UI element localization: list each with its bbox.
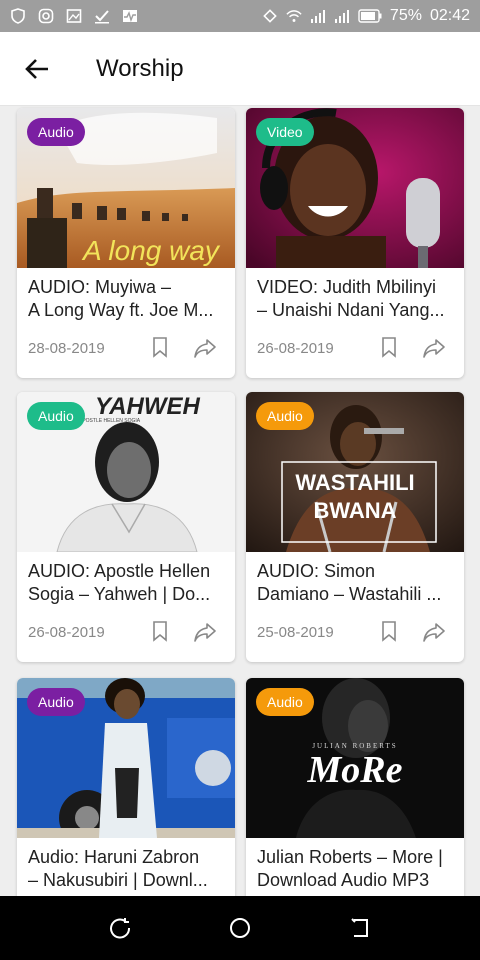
recents-button[interactable] (100, 908, 140, 948)
share-icon[interactable] (193, 337, 217, 359)
post-card[interactable]: Audio Audio: Haruni Zabron – Nakusubiri … (17, 678, 235, 896)
media-type-badge: Audio (256, 688, 314, 716)
post-thumbnail[interactable]: A long way Audio (17, 108, 235, 268)
home-icon (230, 918, 250, 938)
shield-icon (11, 8, 25, 24)
post-title-line: AUDIO: Simon (257, 561, 376, 581)
activity-icon (123, 10, 137, 23)
share-icon[interactable] (422, 337, 446, 359)
system-nav-bar (0, 896, 480, 960)
media-type-badge: Audio (256, 402, 314, 430)
post-thumbnail[interactable]: JULIAN ROBERTS MoRe Audio (246, 678, 464, 838)
home-button[interactable] (220, 908, 260, 948)
post-title[interactable]: VIDEO: Judith Mbilinyi – Unaishi Ndani Y… (257, 276, 457, 322)
post-card[interactable]: WASTAHILI BWANA Audio AUDIO: Simon Damia… (246, 392, 464, 662)
post-thumbnail[interactable]: WASTAHILI BWANA Audio (246, 392, 464, 552)
check-icon (95, 10, 109, 24)
media-type-badge: Audio (27, 402, 85, 430)
post-title-line: – Nakusubiri | Downl... (28, 870, 208, 890)
post-thumbnail[interactable]: YAHWEH APOSTLE HELLEN SOGIA Audio (17, 392, 235, 552)
post-title[interactable]: Julian Roberts – More | Download Audio M… (257, 846, 457, 892)
post-date: 26-08-2019 (257, 340, 334, 357)
post-title-line: AUDIO: Muyiwa – (28, 277, 172, 297)
thumbnail-title-text: YAHWEH (95, 393, 201, 420)
post-title[interactable]: AUDIO: Muyiwa – A Long Way ft. Joe M... (28, 276, 228, 322)
post-card[interactable]: Video VIDEO: Judith Mbilinyi – Unaishi N… (246, 108, 464, 378)
thumbnail-title-text: WASTAHILI (295, 470, 414, 495)
post-grid: A long way Audio AUDIO: Muyiwa – A Long … (0, 106, 480, 896)
page-title: Worship (96, 54, 184, 82)
back-nav-button[interactable] (340, 908, 380, 948)
bookmark-icon[interactable] (149, 336, 171, 358)
post-title[interactable]: AUDIO: Simon Damiano – Wastahili ... (257, 560, 457, 606)
media-type-badge: Audio (27, 688, 85, 716)
post-title[interactable]: Audio: Haruni Zabron – Nakusubiri | Down… (28, 846, 228, 892)
thumbnail-title-text: A long way (81, 235, 221, 266)
wifi-icon (286, 10, 302, 22)
post-thumbnail[interactable]: Video (246, 108, 464, 268)
back-button[interactable] (0, 32, 74, 106)
instagram-icon (38, 8, 54, 24)
bookmark-icon[interactable] (378, 620, 400, 642)
back-icon (351, 918, 368, 937)
post-title-line: Damiano – Wastahili ... (257, 584, 442, 604)
share-icon[interactable] (422, 621, 446, 643)
bookmark-icon[interactable] (378, 336, 400, 358)
app-bar: Worship (0, 32, 480, 106)
battery-icon (358, 9, 382, 23)
recents-icon (110, 918, 131, 939)
post-card[interactable]: JULIAN ROBERTS MoRe Audio Julian Roberts… (246, 678, 464, 896)
signal-icon (310, 10, 325, 23)
post-title[interactable]: AUDIO: Apostle Hellen Sogia – Yahweh | D… (28, 560, 228, 606)
post-title-line: A Long Way ft. Joe M... (28, 300, 214, 320)
status-bar: 75% 02:42 (0, 0, 480, 32)
post-thumbnail[interactable]: Audio (17, 678, 235, 838)
post-title-line: Audio: Haruni Zabron (28, 847, 200, 867)
post-title-line: Sogia – Yahweh | Do... (28, 584, 211, 604)
signal-icon (334, 10, 349, 23)
battery-percent: 75% (389, 7, 422, 24)
post-title-line: Download Audio MP3 (257, 870, 430, 890)
post-date: 28-08-2019 (28, 340, 105, 357)
post-title-line: AUDIO: Apostle Hellen (28, 561, 211, 581)
share-icon[interactable] (193, 621, 217, 643)
post-card[interactable]: YAHWEH APOSTLE HELLEN SOGIA Audio AUDIO:… (17, 392, 235, 662)
post-title-line: VIDEO: Judith Mbilinyi (257, 277, 437, 297)
bookmark-icon[interactable] (149, 620, 171, 642)
arrow-left-icon (25, 58, 48, 79)
post-date: 26-08-2019 (28, 624, 105, 641)
post-title-line: – Unaishi Ndani Yang... (257, 300, 445, 320)
thumbnail-title-text: MoRe (307, 749, 403, 791)
image-icon (66, 9, 82, 23)
post-card[interactable]: A long way Audio AUDIO: Muyiwa – A Long … (17, 108, 235, 378)
status-time: 02:42 (429, 7, 470, 24)
post-date: 25-08-2019 (257, 624, 334, 641)
rotate-icon (263, 9, 277, 23)
post-title-line: Julian Roberts – More | (257, 847, 443, 867)
media-type-badge: Video (256, 118, 314, 146)
thumbnail-title-text: BWANA (313, 498, 396, 523)
media-type-badge: Audio (27, 118, 85, 146)
